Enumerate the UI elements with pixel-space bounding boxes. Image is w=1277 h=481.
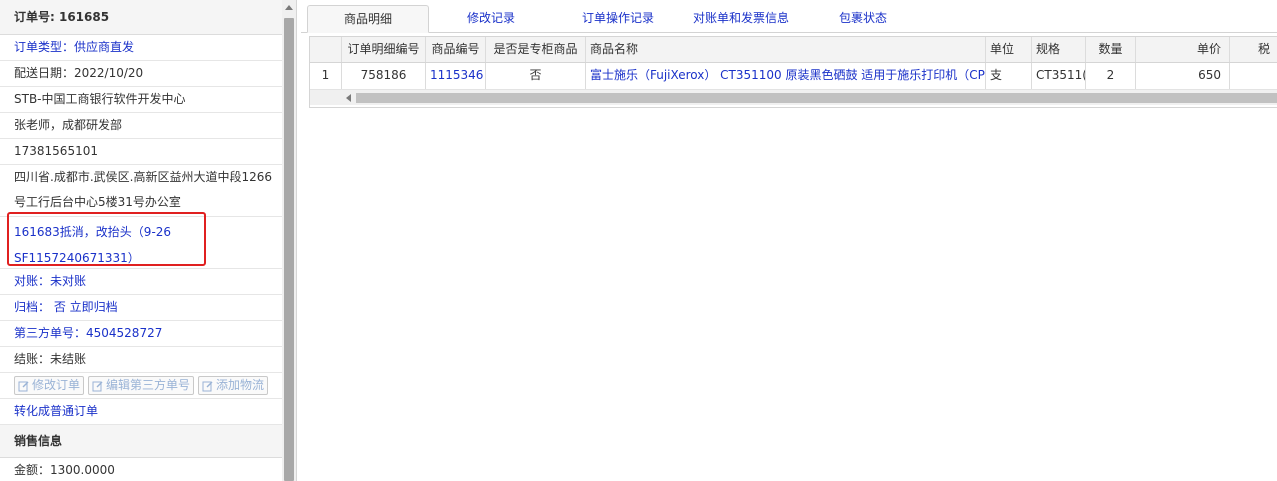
row-counter: 否 bbox=[486, 63, 586, 89]
col-header-name[interactable]: 商品名称 bbox=[586, 37, 986, 62]
row-qty: 2 bbox=[1086, 63, 1136, 89]
reconcile-status: 对账：未对账 bbox=[0, 269, 282, 295]
order-action-buttons: 修改订单 编辑第三方单号 添加物流 bbox=[0, 373, 282, 399]
row-product-id-link[interactable]: 1115346 bbox=[426, 63, 486, 89]
contact-name: 张老师，成都研发部 bbox=[0, 113, 282, 139]
scroll-up-arrow-icon[interactable] bbox=[285, 5, 293, 10]
tab-invoice-info[interactable]: 对账单和发票信息 bbox=[681, 5, 801, 31]
col-header-counter[interactable]: 是否是专柜商品 bbox=[486, 37, 586, 62]
col-header-index bbox=[310, 37, 342, 62]
product-grid: 订单明细编号 商品编号 是否是专柜商品 商品名称 单位 规格 数量 单价 税 1… bbox=[309, 36, 1277, 108]
grid-header-row: 订单明细编号 商品编号 是否是专柜商品 商品名称 单位 规格 数量 单价 税 bbox=[310, 37, 1277, 63]
col-header-spec[interactable]: 规格 bbox=[1032, 37, 1086, 62]
col-header-product-id[interactable]: 商品编号 bbox=[426, 37, 486, 62]
note-line-1: 161683抵消，改抬头（9-26 bbox=[14, 225, 172, 239]
detail-area: 商品明细 修改记录 订单操作记录 对账单和发票信息 包裹状态 订单明细编号 商品… bbox=[301, 0, 1277, 481]
third-party-number: 第三方单号：4504528727 bbox=[0, 321, 282, 347]
order-note: 161683抵消，改抬头（9-26 SF1157240671331） bbox=[0, 217, 282, 269]
scrollbar-thumb[interactable] bbox=[284, 18, 294, 481]
convert-order-link[interactable]: 转化成普通订单 bbox=[0, 399, 282, 425]
edit-third-party-label: 编辑第三方单号 bbox=[106, 378, 191, 392]
add-logistics-button[interactable]: 添加物流 bbox=[198, 376, 269, 395]
delivery-date: 配送日期：2022/10/20 bbox=[0, 61, 282, 87]
delivery-address: 四川省.成都市.武侯区.高新区益州大道中段1266 号工行后台中心5楼31号办公… bbox=[0, 165, 282, 217]
edit-icon bbox=[92, 381, 103, 391]
edit-icon bbox=[202, 381, 213, 391]
company-name: STB-中国工商银行软件开发中心 bbox=[0, 87, 282, 113]
grid-horizontal-scrollbar[interactable] bbox=[310, 90, 1277, 105]
row-spec: CT3511( bbox=[1032, 63, 1086, 89]
address-line-1: 四川省.成都市.武侯区.高新区益州大道中段1266 bbox=[14, 170, 272, 184]
edit-order-label: 修改订单 bbox=[32, 378, 81, 392]
row-unit: 支 bbox=[986, 63, 1032, 89]
sales-amount: 金额：1300.0000 bbox=[0, 458, 282, 481]
left-panel-scrollbar[interactable] bbox=[282, 0, 297, 481]
tab-bar: 商品明细 修改记录 订单操作记录 对账单和发票信息 包裹状态 bbox=[301, 0, 1277, 33]
archive-status[interactable]: 归档： 否 立即归档 bbox=[0, 295, 282, 321]
row-index: 1 bbox=[310, 63, 342, 89]
tab-package-status[interactable]: 包裹状态 bbox=[813, 5, 913, 31]
edit-third-party-button[interactable]: 编辑第三方单号 bbox=[88, 376, 195, 395]
scroll-left-arrow-icon[interactable] bbox=[346, 94, 351, 102]
contact-phone: 17381565101 bbox=[0, 139, 282, 165]
note-line-2: SF1157240671331） bbox=[14, 251, 140, 265]
row-product-name-link[interactable]: 富士施乐（FujiXerox） CT351100 原装黑色硒鼓 适用于施乐打印机… bbox=[586, 63, 986, 89]
order-type: 订单类型：供应商直发 bbox=[0, 35, 282, 61]
tab-product-details[interactable]: 商品明细 bbox=[307, 5, 429, 33]
sales-info-header: 销售信息 bbox=[0, 425, 282, 458]
order-info-panel: 订单号: 161685 订单类型：供应商直发 配送日期：2022/10/20 S… bbox=[0, 0, 283, 481]
row-price: 650 bbox=[1136, 63, 1230, 89]
col-header-qty[interactable]: 数量 bbox=[1086, 37, 1136, 62]
add-logistics-label: 添加物流 bbox=[216, 378, 265, 392]
col-header-price[interactable]: 单价 bbox=[1136, 37, 1230, 62]
settle-status: 结账：未结账 bbox=[0, 347, 282, 373]
edit-order-button[interactable]: 修改订单 bbox=[14, 376, 85, 395]
row-detail-id: 758186 bbox=[342, 63, 426, 89]
tab-order-operations[interactable]: 订单操作记录 bbox=[563, 5, 673, 31]
table-row[interactable]: 1 758186 1115346 否 富士施乐（FujiXerox） CT351… bbox=[310, 63, 1277, 90]
address-line-2: 号工行后台中心5楼31号办公室 bbox=[14, 195, 181, 209]
col-header-unit[interactable]: 单位 bbox=[986, 37, 1032, 62]
col-header-detail-id[interactable]: 订单明细编号 bbox=[342, 37, 426, 62]
tab-change-log[interactable]: 修改记录 bbox=[441, 5, 541, 31]
edit-icon bbox=[18, 381, 29, 391]
horizontal-scrollbar-thumb[interactable] bbox=[356, 93, 1277, 103]
row-tax bbox=[1230, 63, 1277, 89]
order-number-header: 订单号: 161685 bbox=[0, 0, 282, 35]
col-header-tax[interactable]: 税 bbox=[1230, 37, 1277, 62]
